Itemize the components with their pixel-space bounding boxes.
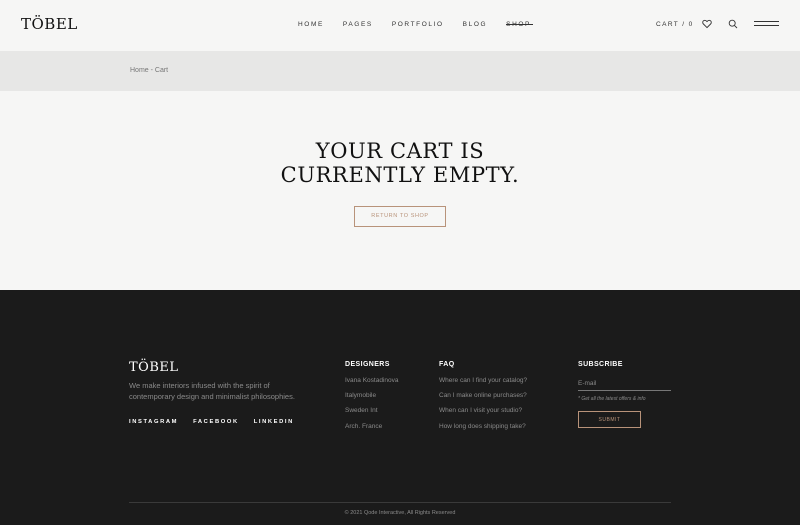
submit-button[interactable]: SUBMIT — [578, 411, 641, 428]
designers-title: DESIGNERS — [345, 361, 390, 368]
breadcrumb[interactable]: Home - Cart — [130, 67, 168, 74]
menu-icon[interactable] — [754, 21, 779, 27]
page-title: YOUR CART IS CURRENTLY EMPTY. — [0, 139, 800, 187]
social-instagram[interactable]: INSTAGRAM — [129, 419, 178, 425]
menu-line — [754, 25, 779, 26]
nav-item-pages[interactable]: PAGES — [343, 21, 373, 28]
heart-icon[interactable] — [702, 19, 712, 29]
site-footer: TÖBEL We make interiors infused with the… — [0, 290, 800, 525]
faq-title: FAQ — [439, 361, 455, 368]
nav-item-portfolio[interactable]: PORTFOLIO — [392, 21, 444, 28]
designer-link[interactable]: Arch. France — [345, 423, 398, 430]
footer-col-subscribe: SUBSCRIBE * Get all the latest offers & … — [578, 361, 671, 428]
designer-link[interactable]: Sweden Int — [345, 407, 398, 414]
social-links: INSTAGRAM FACEBOOK LINKEDIN — [129, 419, 309, 425]
footer-col-designers: DESIGNERS Ivana Kostadinova Italymobile … — [345, 361, 398, 438]
nav-item-blog[interactable]: BLOG — [463, 21, 487, 28]
faq-link[interactable]: When can I visit your studio? — [439, 407, 527, 414]
return-to-shop-button[interactable]: RETURN TO SHOP — [354, 206, 446, 227]
nav-item-shop[interactable]: SHOP — [506, 21, 533, 28]
social-facebook[interactable]: FACEBOOK — [193, 419, 239, 425]
subscribe-title: SUBSCRIBE — [578, 361, 623, 368]
email-field[interactable] — [578, 377, 671, 391]
footer-tagline: We make interiors infused with the spiri… — [129, 381, 295, 401]
title-line-1: YOUR CART IS — [315, 139, 485, 163]
site-header: TÖBEL HOME PAGES PORTFOLIO BLOG SHOP CAR… — [0, 0, 800, 51]
faq-link[interactable]: Where can I find your catalog? — [439, 377, 527, 384]
footer-logo[interactable]: TÖBEL — [129, 360, 179, 375]
title-line-2: CURRENTLY EMPTY. — [280, 163, 520, 187]
footer-col-faq: FAQ Where can I find your catalog? Can I… — [439, 361, 527, 438]
cart-link[interactable]: CART / 0 — [656, 21, 694, 28]
cart-empty-section: YOUR CART IS CURRENTLY EMPTY. RETURN TO … — [0, 91, 800, 290]
copyright: © 2021 Qode Interactive, All Rights Rese… — [344, 510, 456, 516]
social-linkedin[interactable]: LINKEDIN — [254, 419, 294, 425]
subscribe-note: * Get all the latest offers & info — [578, 396, 646, 402]
search-icon[interactable] — [728, 19, 738, 29]
main-nav: HOME PAGES PORTFOLIO BLOG SHOP — [298, 21, 550, 28]
nav-item-home[interactable]: HOME — [298, 21, 324, 28]
footer-divider — [129, 502, 671, 503]
designer-link[interactable]: Ivana Kostadinova — [345, 377, 398, 384]
menu-line — [754, 21, 779, 22]
breadcrumb-bar: Home - Cart — [0, 51, 800, 91]
faq-link[interactable]: Can I make online purchases? — [439, 392, 527, 399]
site-logo[interactable]: TÖBEL — [21, 15, 78, 33]
designer-link[interactable]: Italymobile — [345, 392, 398, 399]
faq-link[interactable]: How long does shipping take? — [439, 423, 527, 430]
